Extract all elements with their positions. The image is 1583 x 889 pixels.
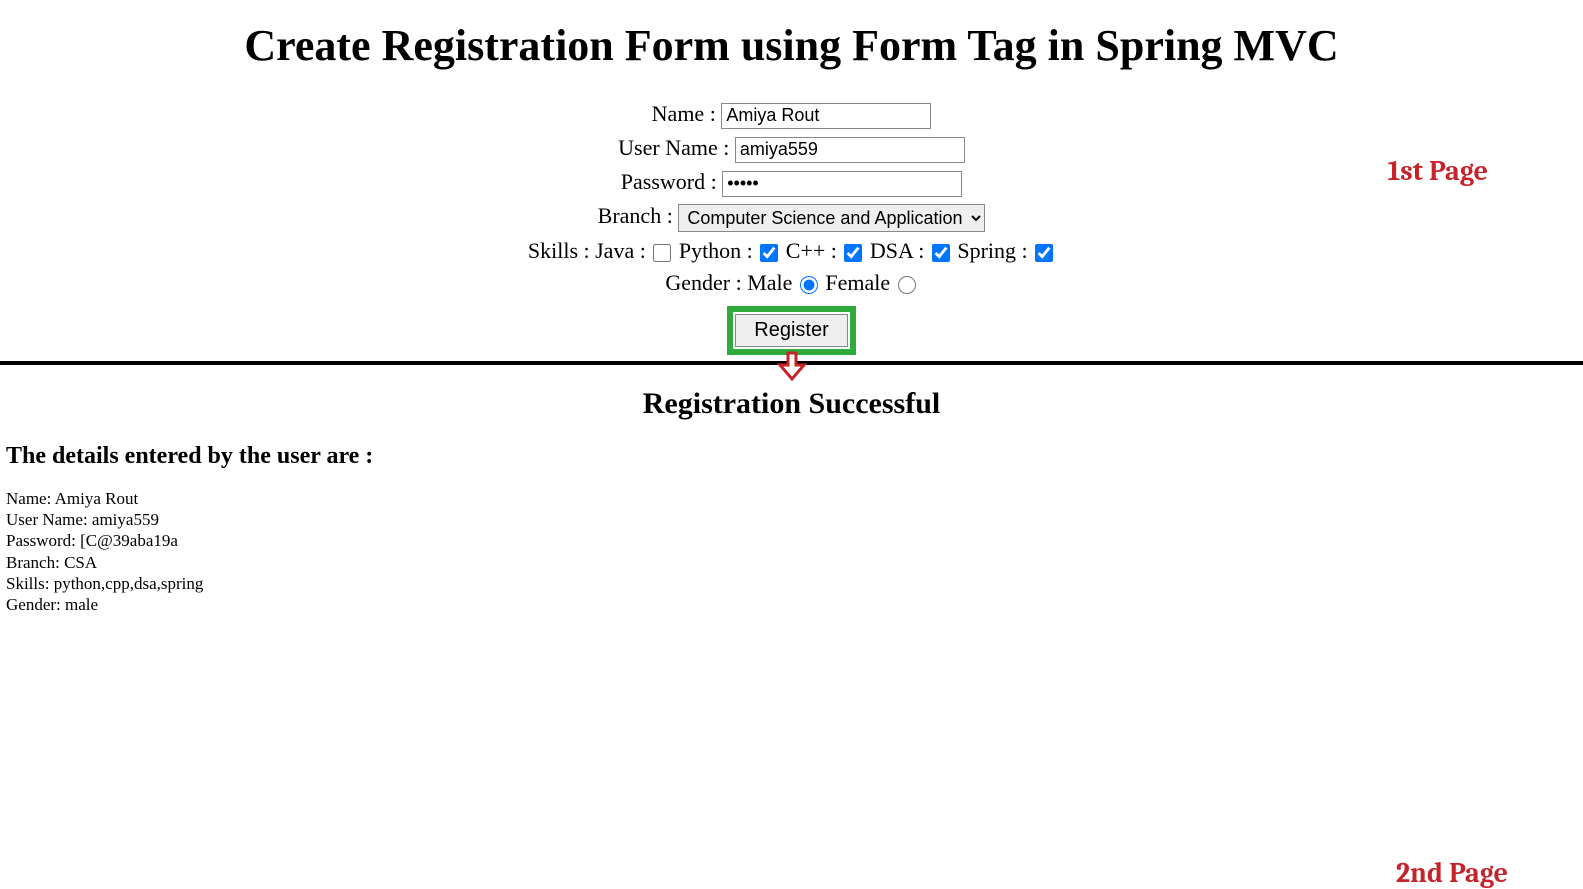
branch-select[interactable]: Computer Science and Application bbox=[678, 204, 985, 232]
skill-python-checkbox[interactable] bbox=[760, 244, 778, 262]
detail-name: Name: Amiya Rout bbox=[6, 488, 1583, 509]
detail-password: Password: [C@39aba19a bbox=[6, 530, 1583, 551]
password-label: Password : bbox=[621, 169, 717, 194]
skill-spring-checkbox[interactable] bbox=[1035, 244, 1053, 262]
gender-female-radio[interactable] bbox=[898, 276, 916, 294]
details-list: Name: Amiya Rout User Name: amiya559 Pas… bbox=[6, 488, 1583, 616]
gender-label: Gender : bbox=[665, 270, 741, 295]
skill-dsa-label: DSA : bbox=[870, 238, 924, 263]
registration-form: Name : User Name : Password : Branch : C… bbox=[0, 101, 1583, 355]
skills-label: Skills : bbox=[528, 238, 590, 263]
detail-gender: Gender: male bbox=[6, 594, 1583, 615]
username-input[interactable] bbox=[735, 137, 965, 163]
page-title: Create Registration Form using Form Tag … bbox=[0, 20, 1583, 71]
skill-dsa-checkbox[interactable] bbox=[932, 244, 950, 262]
password-input[interactable] bbox=[722, 171, 962, 197]
skill-spring-label: Spring : bbox=[957, 238, 1027, 263]
detail-username: User Name: amiya559 bbox=[6, 509, 1583, 530]
gender-male-radio[interactable] bbox=[800, 276, 818, 294]
register-button-highlight: Register bbox=[727, 306, 855, 355]
branch-label: Branch : bbox=[598, 203, 673, 228]
success-title: Registration Successful bbox=[0, 387, 1583, 421]
gender-male-label: Male bbox=[747, 270, 792, 295]
skill-cpp-checkbox[interactable] bbox=[844, 244, 862, 262]
detail-branch: Branch: CSA bbox=[6, 552, 1583, 573]
down-arrow-icon bbox=[776, 351, 808, 383]
username-label: User Name : bbox=[618, 135, 729, 160]
page-1-annotation: 1st Page bbox=[1387, 155, 1488, 187]
details-heading: The details entered by the user are : bbox=[6, 443, 1583, 470]
gender-female-label: Female bbox=[825, 270, 890, 295]
register-button[interactable]: Register bbox=[735, 314, 847, 347]
skill-cpp-label: C++ : bbox=[786, 238, 837, 263]
skill-java-checkbox[interactable] bbox=[653, 244, 671, 262]
name-label: Name : bbox=[652, 101, 716, 126]
page-2-annotation: 2nd Page bbox=[1396, 857, 1508, 889]
skill-python-label: Python : bbox=[679, 238, 753, 263]
detail-skills: Skills: python,cpp,dsa,spring bbox=[6, 573, 1583, 594]
skill-java-label: Java : bbox=[595, 238, 646, 263]
name-input[interactable] bbox=[721, 103, 931, 129]
